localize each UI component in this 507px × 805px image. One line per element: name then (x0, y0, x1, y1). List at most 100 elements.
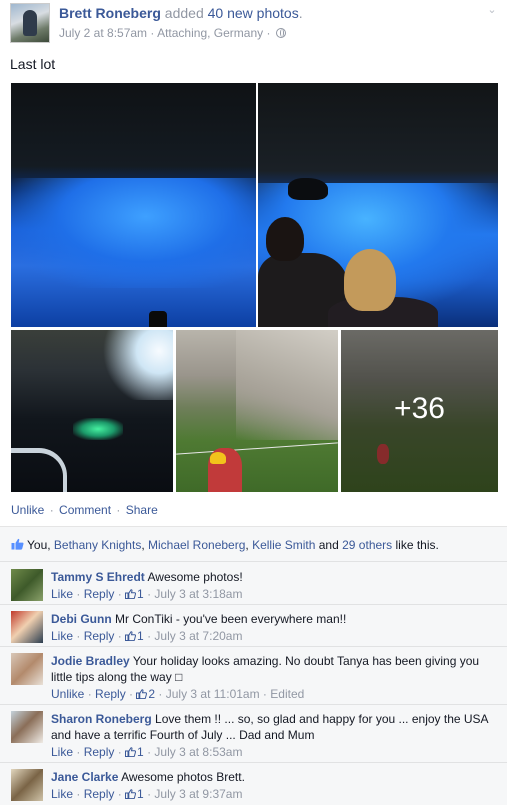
commenter-name[interactable]: Jane Clarke (51, 770, 118, 784)
comment-line: Debi Gunn Mr ConTiki - you've been every… (51, 611, 499, 627)
comment-edited-label[interactable]: Edited (270, 687, 304, 701)
photo-3[interactable] (11, 330, 173, 492)
comment-reply-button[interactable]: Reply (84, 587, 115, 601)
author-name[interactable]: Brett Roneberg (59, 5, 161, 21)
comment-time[interactable]: July 3 at 3:18am (154, 587, 242, 601)
action-separator: · (116, 503, 121, 517)
comment-line: Sharon Roneberg Love them !! ... so, so … (51, 711, 499, 743)
likes-others-link[interactable]: 29 others (342, 538, 392, 552)
photo-1-water (11, 178, 256, 288)
divider (0, 646, 507, 647)
comment-time[interactable]: July 3 at 11:01am (166, 687, 260, 701)
photo-2-person-2-head (344, 249, 396, 311)
photo-4-cliff (236, 330, 338, 440)
commenter-name[interactable]: Debi Gunn (51, 612, 112, 626)
commenter-avatar[interactable] (11, 569, 43, 601)
photo-4-zipline (176, 442, 338, 455)
thumbs-up-icon (125, 747, 137, 757)
divider (0, 604, 507, 605)
comment-like-count[interactable]: 1 (137, 745, 144, 759)
post-status-text: Last lot (10, 56, 56, 72)
likes-comma: , (141, 538, 148, 552)
photos-link[interactable]: 40 new photos (208, 5, 299, 21)
photo-5-more[interactable]: +36 (341, 330, 498, 492)
comment-time[interactable]: July 3 at 9:37am (154, 787, 242, 801)
thumbs-up-icon (125, 789, 137, 799)
comment-time[interactable]: July 3 at 7:20am (154, 629, 242, 643)
post-timestamp[interactable]: July 2 at 8:57am (59, 26, 147, 40)
divider (0, 561, 507, 562)
meta-separator: · (266, 26, 274, 40)
comment-body: Debi Gunn Mr ConTiki - you've been every… (51, 611, 499, 644)
photo-1-hand (149, 311, 167, 327)
comment-like-button[interactable]: Like (51, 787, 73, 801)
commenter-avatar[interactable] (11, 769, 43, 801)
liker-link[interactable]: Bethany Knights (54, 538, 141, 552)
action-prefix: added (164, 5, 204, 21)
comment-body: Jane Clarke Awesome photos Brett. Like ·… (51, 769, 499, 802)
comment-text: Awesome photos! (147, 570, 243, 584)
comment-body: Sharon Roneberg Love them !! ... so, so … (51, 711, 499, 760)
unlike-button[interactable]: Unlike (11, 503, 44, 517)
globe-icon[interactable] (275, 28, 286, 38)
comment-reply-button[interactable]: Reply (84, 629, 115, 643)
thumbs-up-icon (136, 689, 148, 699)
likes-suffix: like this. (392, 538, 439, 552)
more-photos-count: +36 (394, 392, 445, 425)
commenter-avatar[interactable] (11, 711, 43, 743)
photo-4-helmet (210, 452, 226, 464)
likes-joiner: and (315, 538, 343, 552)
liker-link[interactable]: Michael Roneberg (148, 538, 245, 552)
photo-2-rock (288, 178, 328, 200)
comment-like-count[interactable]: 2 (148, 687, 155, 701)
post-headline: Brett Roneberg added 40 new photos. (59, 5, 303, 21)
photo-1[interactable] (11, 83, 256, 327)
comment-meta: Like · Reply · 1 · July 3 at 8:53am (51, 745, 243, 759)
comment-reply-button[interactable]: Reply (84, 787, 115, 801)
comment-body: Tammy S Ehredt Awesome photos! Like · Re… (51, 569, 499, 602)
comment-line: Jodie Bradley Your holiday looks amazing… (51, 653, 499, 685)
photo-4[interactable] (176, 330, 338, 492)
thumbs-up-icon (11, 538, 24, 550)
chevron-down-icon[interactable]: ⌄ (486, 4, 498, 16)
comment-reply-button[interactable]: Reply (84, 745, 115, 759)
post-meta: July 2 at 8:57am · Attaching, Germany · (59, 26, 286, 40)
comment-like-button[interactable]: Like (51, 587, 73, 601)
commenter-avatar[interactable] (11, 611, 43, 643)
comment-like-count[interactable]: 1 (137, 787, 144, 801)
comment-like-count[interactable]: 1 (137, 587, 144, 601)
thumbs-up-icon (125, 631, 137, 641)
author-avatar[interactable] (10, 3, 50, 43)
comment-text: Mr ConTiki - you've been everywhere man!… (115, 612, 347, 626)
commenter-avatar[interactable] (11, 653, 43, 685)
likes-summary: You, Bethany Knights, Michael Roneberg, … (11, 538, 439, 552)
comment-meta: Like · Reply · 1 · July 3 at 9:37am (51, 787, 243, 801)
liker-link[interactable]: Kellie Smith (252, 538, 315, 552)
photo-3-boat-rail (11, 448, 67, 492)
comment-meta: Like · Reply · 1 · July 3 at 3:18am (51, 587, 243, 601)
comment-reply-button[interactable]: Reply (95, 687, 126, 701)
commenter-name[interactable]: Sharon Roneberg (51, 712, 152, 726)
photo-2-person-1-head (266, 217, 304, 261)
photo-3-glow (73, 418, 123, 440)
action-separator: · (49, 503, 54, 517)
comment-unlike-button[interactable]: Unlike (51, 687, 84, 701)
post-header: Brett Roneberg added 40 new photos. July… (10, 2, 500, 44)
comment-meta: Like · Reply · 1 · July 3 at 7:20am (51, 629, 243, 643)
comment-time[interactable]: July 3 at 8:53am (154, 745, 242, 759)
post-actions: Unlike · Comment · Share (11, 503, 158, 517)
comment-line: Tammy S Ehredt Awesome photos! (51, 569, 499, 585)
comment-like-count[interactable]: 1 (137, 629, 144, 643)
commenter-name[interactable]: Tammy S Ehredt (51, 570, 145, 584)
comment-meta: Unlike · Reply · 2 · July 3 at 11:01am ·… (51, 687, 305, 701)
comment-line: Jane Clarke Awesome photos Brett. (51, 769, 499, 785)
post-location[interactable]: Attaching, Germany (157, 26, 263, 40)
comment-like-button[interactable]: Like (51, 629, 73, 643)
photo-2[interactable] (258, 83, 498, 327)
photo-3-light (103, 330, 173, 400)
comment-button[interactable]: Comment (59, 503, 111, 517)
comment-like-button[interactable]: Like (51, 745, 73, 759)
action-suffix: . (298, 5, 303, 21)
share-button[interactable]: Share (126, 503, 158, 517)
commenter-name[interactable]: Jodie Bradley (51, 654, 130, 668)
